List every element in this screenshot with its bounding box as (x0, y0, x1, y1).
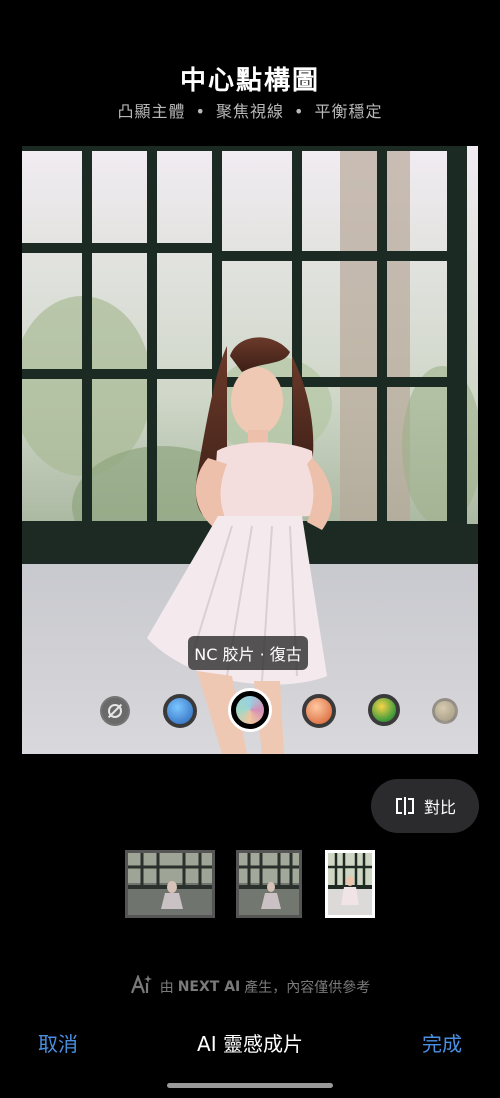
done-button[interactable]: 完成 (422, 1028, 462, 1057)
page-title: 中心點構圖 (179, 66, 320, 96)
orange-filter-swatch[interactable] (302, 694, 336, 728)
subtitle-part-3: 平衡穩定 (314, 102, 383, 121)
subtitle-part-1: 凸顯主體 (117, 102, 186, 121)
compare-label: 對比 (423, 798, 456, 817)
home-indicator[interactable] (167, 1083, 333, 1088)
ai-sparkle-icon (130, 973, 152, 999)
subtitle-part-2: 聚焦視線 (215, 102, 284, 121)
filter-name-label: NC 胶片 · 復古 (188, 636, 308, 670)
compare-button[interactable]: 對比 (371, 779, 479, 833)
green-filter-swatch[interactable] (368, 694, 400, 726)
compare-icon (394, 797, 416, 815)
separator-dot: • (294, 102, 305, 121)
page-subtitle: 凸顯主體 • 聚焦視線 • 平衡穩定 (0, 98, 500, 122)
disclaimer-brand: NEXT AI (177, 979, 241, 995)
separator-dot: • (195, 102, 206, 121)
ai-disclaimer: 由 NEXT AI 產生，內容僅供參考 (0, 973, 500, 999)
no-filter-icon[interactable] (100, 696, 130, 726)
thumbnail-variant-3[interactable] (325, 850, 375, 918)
thumbnail-variant-2[interactable] (236, 850, 302, 918)
cancel-button[interactable]: 取消 (38, 1028, 78, 1057)
disclaimer-prefix: 由 (159, 980, 174, 996)
faded-filter-swatch[interactable] (432, 698, 458, 724)
thumbnail-variant-1[interactable] (125, 850, 215, 918)
blue-filter-swatch[interactable] (163, 694, 197, 728)
disclaimer-suffix: 產生，內容僅供參考 (244, 980, 371, 996)
pastel-film-swatch[interactable] (228, 688, 272, 732)
